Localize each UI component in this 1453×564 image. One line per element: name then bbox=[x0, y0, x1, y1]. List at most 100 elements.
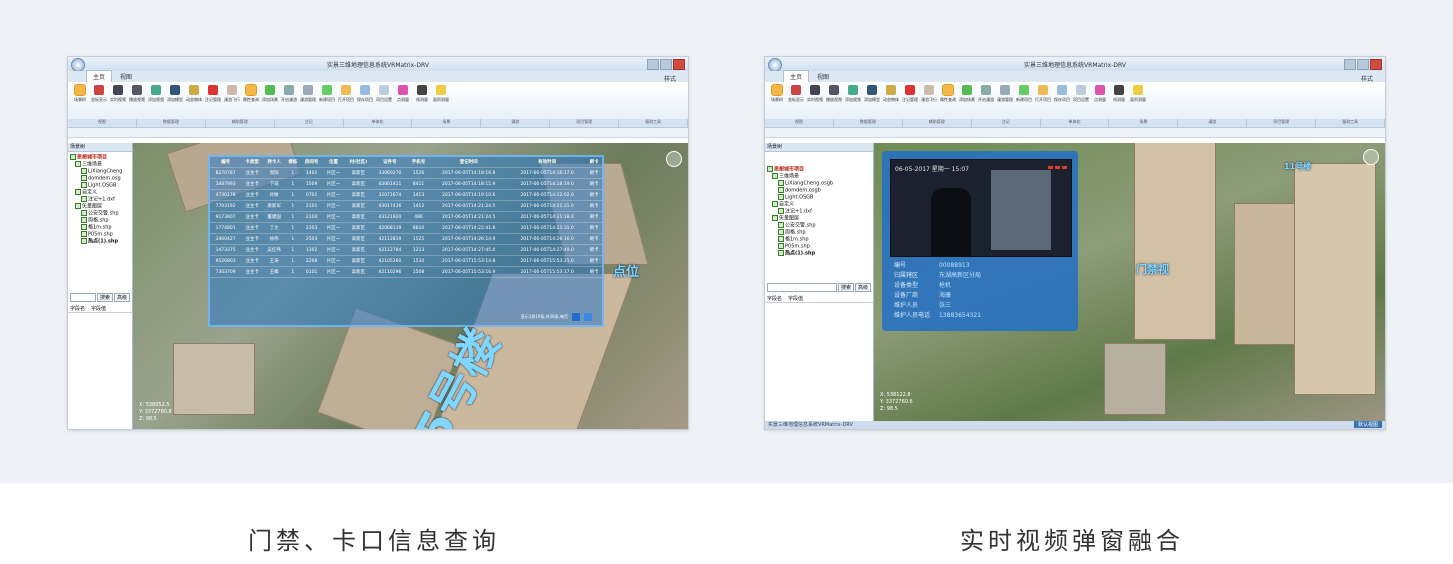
ribbon-area-measure-button[interactable]: 面积测量 bbox=[433, 85, 449, 103]
checkbox-icon[interactable] bbox=[81, 210, 87, 216]
checkbox-icon[interactable] bbox=[75, 161, 81, 167]
close-icon[interactable] bbox=[673, 59, 685, 70]
ribbon-coords-button[interactable]: 坐标显示 bbox=[788, 85, 804, 103]
ribbon-project-settings-button[interactable]: 项目设置 bbox=[1073, 85, 1089, 103]
next-page-button[interactable] bbox=[584, 313, 592, 321]
ribbon-scene-tree-button[interactable]: 场景树 bbox=[769, 84, 785, 103]
ribbon-project-settings-button[interactable]: 项目设置 bbox=[376, 85, 392, 103]
ribbon-roam-manage-button[interactable]: 漫游管理 bbox=[997, 85, 1013, 103]
tree-item[interactable]: 公安交警.shp bbox=[70, 210, 132, 217]
tree-item[interactable]: P05m.shp bbox=[70, 231, 132, 238]
page-button[interactable] bbox=[572, 313, 580, 321]
checkbox-icon[interactable] bbox=[778, 180, 784, 186]
tree-item[interactable]: P05m.shp bbox=[767, 243, 873, 250]
table-row[interactable]: 9173807 业主卡 董建国 1 2104 片区一 高新区 43121920 486 2017-… bbox=[210, 211, 602, 223]
tree-group[interactable]: 三维场景 bbox=[70, 161, 132, 168]
column-header[interactable]: 登记时间 bbox=[429, 157, 508, 168]
ribbon-roam-manage-button[interactable]: 漫游管理 bbox=[300, 85, 316, 103]
maximize-icon[interactable] bbox=[660, 59, 672, 70]
ribbon-roam-button[interactable]: 开启漫游 bbox=[978, 85, 994, 103]
close-icon[interactable] bbox=[1370, 59, 1382, 70]
search-input[interactable] bbox=[767, 283, 837, 292]
column-header[interactable]: 村(社区) bbox=[344, 157, 373, 168]
table-row[interactable]: 7703192 业主卡 梁新军 1 2101 片区一 高新区 43017436 1412 2017… bbox=[210, 200, 602, 212]
tree-item[interactable]: LiXiangCheng bbox=[70, 168, 132, 175]
table-row[interactable]: 8270787 业主卡 周阳 1 1401 片区一 高新区 33060270 1526 2017-… bbox=[210, 167, 602, 179]
maximize-icon[interactable] bbox=[1357, 59, 1369, 70]
table-row[interactable]: 3460427 业主卡 徐伟 1 2503 片区一 高新区 42112819 1525 2017-… bbox=[210, 233, 602, 245]
tree-group[interactable]: 矢量图层 bbox=[70, 203, 132, 210]
ribbon-flight-button[interactable]: 漫游飞行 bbox=[224, 85, 240, 103]
advanced-button[interactable]: 高级 bbox=[854, 283, 871, 292]
tree-group[interactable]: 自定义 bbox=[70, 189, 132, 196]
default-view-button[interactable]: 默认视图 bbox=[1353, 421, 1382, 428]
checkbox-icon[interactable] bbox=[81, 231, 87, 237]
ribbon-line-measure-button[interactable]: 线测量 bbox=[1111, 85, 1127, 103]
ribbon-play-video-button[interactable]: 播放视频 bbox=[129, 85, 145, 103]
ribbon-add-model-button[interactable]: 添加模型 bbox=[167, 85, 183, 103]
tree-group[interactable]: 三维场景 bbox=[767, 173, 873, 180]
ribbon-dynamic-button[interactable]: 动态物体 bbox=[186, 85, 202, 103]
ribbon-attribute-query-button[interactable]: 属性查询 bbox=[243, 84, 259, 103]
minimize-icon[interactable] bbox=[1344, 59, 1356, 70]
tree-item[interactable]: 周格.shp bbox=[70, 217, 132, 224]
checkbox-icon[interactable] bbox=[778, 236, 784, 242]
search-button[interactable]: 搜索 bbox=[837, 283, 854, 292]
ribbon-live-video-button[interactable]: 实时视频 bbox=[110, 85, 126, 103]
ribbon-line-measure-button[interactable]: 线测量 bbox=[414, 85, 430, 103]
column-header[interactable]: 卡类型 bbox=[241, 157, 264, 168]
3d-scene[interactable]: 5号楼 点位 编号 卡类型 持卡人 楼栋 房间号 位置 村(社区) 证件号 手机号 登记时间 有效时… bbox=[133, 143, 688, 429]
column-header[interactable]: 位置 bbox=[322, 157, 345, 168]
column-header[interactable]: 证件号 bbox=[372, 157, 408, 168]
column-header[interactable]: 房间号 bbox=[300, 157, 323, 168]
ribbon-area-measure-button[interactable]: 面积测量 bbox=[1130, 85, 1146, 103]
ribbon-add-scene-button[interactable]: 添加场景 bbox=[959, 85, 975, 103]
ribbon-new-project-button[interactable]: 新建项目 bbox=[1016, 85, 1032, 103]
search-input[interactable] bbox=[70, 293, 96, 302]
tree-item[interactable]: 注记+1.dxf bbox=[70, 196, 132, 203]
checkbox-icon[interactable] bbox=[778, 229, 784, 235]
table-row[interactable]: 4730178 业主卡 孙敏 1 0701 片区一 高新区 32071674 1413 2017-… bbox=[210, 189, 602, 201]
ribbon-annotation-button[interactable]: 注记管理 bbox=[902, 85, 918, 103]
column-header[interactable]: 有效时间 bbox=[507, 157, 587, 168]
minimize-icon[interactable] bbox=[647, 59, 659, 70]
compass-icon[interactable] bbox=[1363, 149, 1379, 165]
table-row[interactable]: 7303709 业主卡 王峰 1 0101 片区一 高新区 42110296 1508 2017-… bbox=[210, 266, 602, 278]
column-header[interactable]: 持卡人 bbox=[263, 157, 286, 168]
tree-item[interactable]: 注记+1.dxf bbox=[767, 208, 873, 215]
ribbon-point-measure-button[interactable]: 点测量 bbox=[1092, 85, 1108, 103]
checkbox-icon[interactable] bbox=[772, 201, 778, 207]
column-header[interactable]: 刷卡 bbox=[586, 157, 602, 168]
tab-view[interactable]: 视图 bbox=[811, 71, 835, 82]
checkbox-icon[interactable] bbox=[778, 194, 784, 200]
tree-group[interactable]: 矢量图层 bbox=[767, 215, 873, 222]
ribbon-attribute-query-button[interactable]: 属性查询 bbox=[940, 84, 956, 103]
column-header[interactable]: 手机号 bbox=[407, 157, 430, 168]
ribbon-flight-button[interactable]: 漫游飞行 bbox=[921, 85, 937, 103]
tree-item[interactable]: 周格.shp bbox=[767, 229, 873, 236]
compass-icon[interactable] bbox=[666, 151, 682, 167]
ribbon-add-video-button[interactable]: 添加视频 bbox=[148, 85, 164, 103]
checkbox-icon[interactable] bbox=[81, 224, 87, 230]
tree-group[interactable]: 自定义 bbox=[767, 201, 873, 208]
column-header[interactable]: 楼栋 bbox=[285, 157, 301, 168]
table-row[interactable]: 9526803 业主卡 王涛 1 2208 片区一 高新区 42105260 1534 2017-… bbox=[210, 255, 602, 267]
ribbon-coords-button[interactable]: 坐标显示 bbox=[91, 85, 107, 103]
ribbon-live-video-button[interactable]: 实时视频 bbox=[807, 85, 823, 103]
tree-item[interactable]: Light.OSGB bbox=[70, 182, 132, 189]
ribbon-dynamic-button[interactable]: 动态物体 bbox=[883, 85, 899, 103]
checkbox-icon[interactable] bbox=[81, 238, 87, 244]
ribbon-open-project-button[interactable]: 打开项目 bbox=[1035, 85, 1051, 103]
ribbon-annotation-button[interactable]: 注记管理 bbox=[205, 85, 221, 103]
table-row[interactable]: 1473375 业主卡 吴红伟 1 1302 片区一 高新区 42112784 1213 2017… bbox=[210, 244, 602, 256]
tree-item[interactable]: domdem.osg bbox=[70, 175, 132, 182]
checkbox-icon[interactable] bbox=[70, 154, 76, 160]
tree-item[interactable]: 热点(1).shp bbox=[767, 250, 873, 257]
checkbox-icon[interactable] bbox=[778, 208, 784, 214]
checkbox-icon[interactable] bbox=[81, 196, 87, 202]
ribbon-roam-button[interactable]: 开启漫游 bbox=[281, 85, 297, 103]
tree-root[interactable]: 思想城市项目 bbox=[70, 154, 132, 161]
ribbon-save-project-button[interactable]: 保存项目 bbox=[357, 85, 373, 103]
advanced-button[interactable]: 高级 bbox=[113, 293, 130, 302]
checkbox-icon[interactable] bbox=[778, 243, 784, 249]
